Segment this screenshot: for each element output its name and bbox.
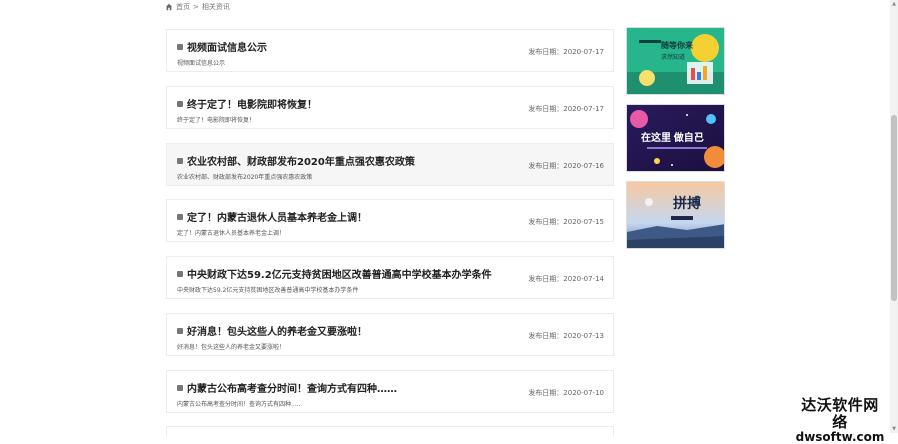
bullet-icon (177, 270, 183, 277)
news-title[interactable]: 农业农村部、财政部发布2020年重点强农惠农政策 (177, 153, 415, 168)
banner2-text: 在这里 做自己 (641, 131, 704, 144)
news-summary: 中央财政下达59.2亿元支持贫困地区改善普通高中学校基本办学条件 (177, 287, 359, 294)
bullet-icon (177, 43, 183, 50)
list-item[interactable]: 终于定了！电影院即将恢复！ 终于定了！电影院即将恢复！ 发布日期：2020-07… (166, 86, 614, 129)
news-title[interactable]: 终于定了！电影院即将恢复！ (177, 96, 317, 111)
news-summary: 内蒙古公布高考查分时间！查询方式有四种..... (177, 401, 301, 408)
sidebar-banner-2[interactable]: 在这里 做自己 (626, 104, 725, 172)
svg-text:求然知道: 求然知道 (661, 53, 685, 61)
breadcrumb-current: 相关资讯 (201, 3, 230, 11)
list-item[interactable]: 内蒙古公布高考查分时间！查询方式有四种…… 内蒙古公布高考查分时间！查询方式有四… (166, 370, 614, 413)
banner3-text: 拼搏 (673, 195, 701, 212)
sidebar-banner-3[interactable]: 拼搏 (626, 181, 725, 249)
news-date: 发布日期：2020-07-13 (528, 332, 604, 340)
watermark: 达沃软件网络 dwsoftw.com (795, 397, 885, 444)
bullet-icon (177, 157, 183, 164)
list-item[interactable]: 中央财政下达59.2亿元支持贫困地区改善普通高中学校基本办学条件 中央财政下达5… (166, 256, 614, 299)
news-summary: 好消息！包头这些人的养老金又要涨啦！ (177, 344, 286, 351)
watermark-main: 达沃软件网络 (801, 396, 879, 431)
sidebar-banner-1[interactable]: 随等你来 求然知道 (626, 27, 725, 95)
news-summary: 视频面试信息公示 (177, 60, 226, 67)
news-title[interactable]: 中央财政下达59.2亿元支持贫困地区改善普通高中学校基本办学条件 (177, 266, 492, 281)
news-date: 发布日期：2020-07-15 (528, 218, 604, 226)
breadcrumb-separator: > (193, 3, 199, 11)
banner1-text: 随等你来 (661, 40, 694, 50)
news-title[interactable]: 内蒙古公布高考查分时间！查询方式有四种…… (177, 380, 397, 395)
news-date: 发布日期：2020-07-17 (528, 105, 604, 113)
bullet-icon (177, 384, 183, 391)
list-item[interactable]: 好消息！包头这些人的养老金又要涨啦！ 好消息！包头这些人的养老金又要涨啦！ 发布… (166, 313, 614, 356)
list-item-partial[interactable] (166, 426, 614, 436)
list-item[interactable]: 视频面试信息公示 视频面试信息公示 发布日期：2020-07-17 (166, 29, 614, 72)
home-icon[interactable] (165, 3, 173, 11)
news-summary: 定了！内蒙古退休人员基本养老金上调！ (177, 230, 286, 237)
bullet-icon (177, 327, 183, 334)
list-item[interactable]: 定了！内蒙古退休人员基本养老金上调！ 定了！内蒙古退休人员基本养老金上调！ 发布… (166, 199, 614, 242)
bullet-icon (177, 213, 183, 220)
news-date: 发布日期：2020-07-14 (528, 275, 604, 283)
news-date: 发布日期：2020-07-10 (528, 389, 604, 397)
breadcrumb: 首页 > 相关资讯 (165, 1, 230, 13)
list-item[interactable]: 农业农村部、财政部发布2020年重点强农惠农政策 农业农村部、财政部发布2020… (166, 143, 614, 186)
news-date: 发布日期：2020-07-16 (528, 162, 604, 170)
news-date: 发布日期：2020-07-17 (528, 48, 604, 56)
news-title[interactable]: 视频面试信息公示 (177, 39, 267, 54)
news-summary: 终于定了！电影院即将恢复！ (177, 117, 256, 124)
bullet-icon (177, 100, 183, 107)
scroll-up-icon[interactable]: ▲ (891, 1, 897, 7)
scroll-down-icon[interactable]: ▼ (891, 426, 897, 432)
scrollbar[interactable]: ▲ ▼ (890, 0, 898, 433)
scroll-thumb[interactable] (891, 115, 897, 301)
breadcrumb-home[interactable]: 首页 (176, 2, 190, 12)
news-title[interactable]: 好消息！包头这些人的养老金又要涨啦！ (177, 323, 367, 338)
news-title[interactable]: 定了！内蒙古退休人员基本养老金上调！ (177, 209, 367, 224)
news-summary: 农业农村部、财政部发布2020年重点强农惠农政策 (177, 174, 313, 181)
